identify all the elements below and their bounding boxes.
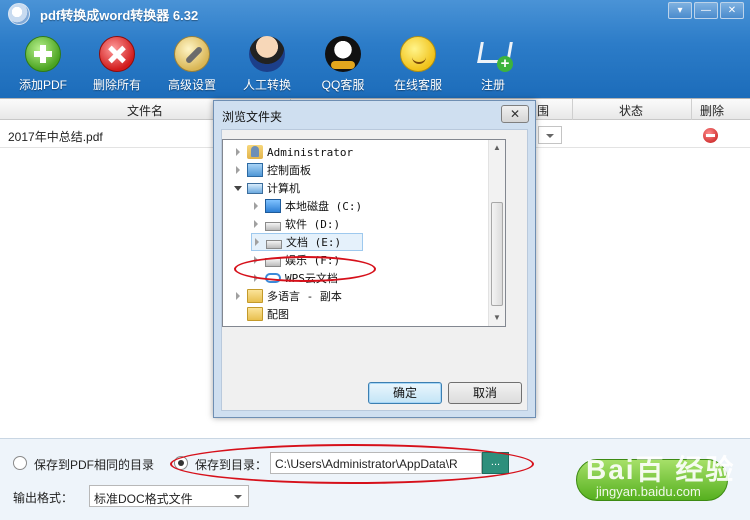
folder-icon (247, 289, 263, 303)
tree-label: 本地磁盘 (C:) (285, 200, 363, 213)
page-range-dropdown[interactable] (538, 126, 562, 144)
dialog-close-button[interactable]: ✕ (501, 105, 529, 123)
tree-label: 软件 (D:) (285, 218, 341, 231)
save-same-dir-label: 保存到PDF相同的目录 (34, 458, 155, 472)
person-icon (249, 36, 285, 72)
qq-service-button[interactable]: QQ客服 (306, 34, 380, 96)
tree-item-images[interactable]: 配图 (233, 305, 289, 323)
col-range[interactable]: 围 (536, 102, 550, 119)
scroll-down-icon[interactable]: ▼ (489, 310, 505, 326)
expand-arrow-icon[interactable] (233, 291, 243, 301)
delete-all-label: 删除所有 (92, 78, 141, 92)
register-label: 注册 (480, 78, 505, 92)
ok-button[interactable]: 确定 (368, 382, 442, 404)
cancel-button[interactable]: 取消 (448, 382, 522, 404)
manual-convert-label: 人工转换 (242, 78, 291, 92)
expand-arrow-icon[interactable] (251, 219, 261, 229)
tree-label: 文档 (E:) (286, 236, 342, 249)
delete-icon (99, 36, 135, 72)
manual-convert-button[interactable]: 人工转换 (230, 34, 304, 96)
online-service-button[interactable]: 在线客服 (381, 34, 455, 96)
add-icon (25, 36, 61, 72)
highlight-oval (170, 444, 534, 484)
control-panel-icon (247, 163, 263, 177)
expand-arrow-icon[interactable] (233, 147, 243, 157)
qq-service-label: QQ客服 (321, 78, 365, 92)
online-service-label: 在线客服 (393, 78, 442, 92)
advanced-settings-label: 高级设置 (167, 78, 216, 92)
wrench-icon (174, 36, 210, 72)
tree-label: 多语言 - 副本 (267, 290, 342, 303)
tree-item-control-panel[interactable]: 控制面板 (233, 161, 311, 179)
add-pdf-label: 添加PDF (18, 78, 67, 92)
close-button[interactable]: ✕ (720, 2, 744, 19)
tree-item-computer[interactable]: 计算机 (233, 179, 300, 197)
tree-label: 控制面板 (267, 164, 311, 177)
window-title: pdf转换成word转换器 6.32 (40, 8, 199, 23)
highlight-oval (234, 256, 376, 282)
dialog-title: 浏览文件夹 (222, 110, 283, 124)
folder-icon (247, 307, 263, 321)
toolbar: 添加PDF 删除所有 高级设置 人工转换 QQ客服 在线客服 注册 (0, 34, 560, 98)
watermark-url: jingyan.baidu.com (596, 484, 701, 499)
menu-button[interactable]: ▾ (668, 2, 692, 19)
tree-item-drive-d[interactable]: 软件 (D:) (251, 215, 340, 233)
scroll-up-icon[interactable]: ▲ (489, 140, 505, 156)
delete-all-button[interactable]: 删除所有 (80, 34, 154, 96)
no-arrow-spacer (233, 309, 243, 319)
drive-icon (266, 239, 282, 249)
expand-arrow-icon[interactable] (233, 165, 243, 175)
tree-scrollbar[interactable]: ▲ ▼ (488, 140, 505, 326)
title-toolbar-area: pdf转换成word转换器 6.32 ▾ — ✕ 添加PDF 删除所有 高级设置… (0, 0, 750, 98)
save-same-dir-radio[interactable] (13, 456, 27, 470)
user-folder-icon (247, 145, 263, 159)
expand-arrow-icon[interactable] (251, 201, 261, 211)
col-status[interactable]: 状态 (572, 102, 690, 119)
tree-item-drive-c[interactable]: 本地磁盘 (C:) (251, 197, 362, 215)
minimize-button[interactable]: — (694, 2, 718, 19)
cart-icon (475, 36, 513, 72)
advanced-settings-button[interactable]: 高级设置 (155, 34, 229, 96)
register-button[interactable]: 注册 (456, 34, 530, 96)
expand-arrow-icon[interactable] (252, 237, 262, 247)
output-format-select[interactable]: 标准DOC格式文件 (89, 485, 249, 507)
tree-item-drive-e[interactable]: 文档 (E:) (251, 233, 363, 251)
tree-label: 配图 (267, 308, 289, 321)
tree-item-administrator[interactable]: Administrator (233, 143, 353, 161)
file-name-cell: 2017年中总结.pdf (8, 130, 103, 144)
remove-file-icon[interactable] (703, 128, 718, 143)
smiley-headset-icon (400, 36, 436, 72)
tree-item-multilang-copy[interactable]: 多语言 - 副本 (233, 287, 342, 305)
drive-icon (265, 221, 281, 231)
browse-folder-dialog: 浏览文件夹 ✕ Administrator 控制面板 计算机 本地磁盘 (C:)… (213, 100, 536, 418)
watermark-brand: Bai百 经验 (586, 454, 736, 485)
app-logo-icon (8, 3, 30, 25)
tree-label: Administrator (267, 145, 354, 159)
format-label: 输出格式： (13, 491, 74, 505)
col-delete[interactable]: 删除 (691, 102, 733, 119)
scroll-thumb[interactable] (491, 202, 503, 306)
folder-tree[interactable]: Administrator 控制面板 计算机 本地磁盘 (C:) 软件 (D:)… (222, 139, 506, 327)
window-controls: ▾ — ✕ (668, 2, 744, 19)
system-drive-icon (265, 199, 281, 213)
add-pdf-button[interactable]: 添加PDF (6, 34, 80, 96)
computer-icon (247, 182, 263, 194)
tree-label: 计算机 (267, 182, 300, 195)
qq-penguin-icon (325, 36, 361, 72)
collapse-arrow-icon[interactable] (233, 183, 243, 193)
